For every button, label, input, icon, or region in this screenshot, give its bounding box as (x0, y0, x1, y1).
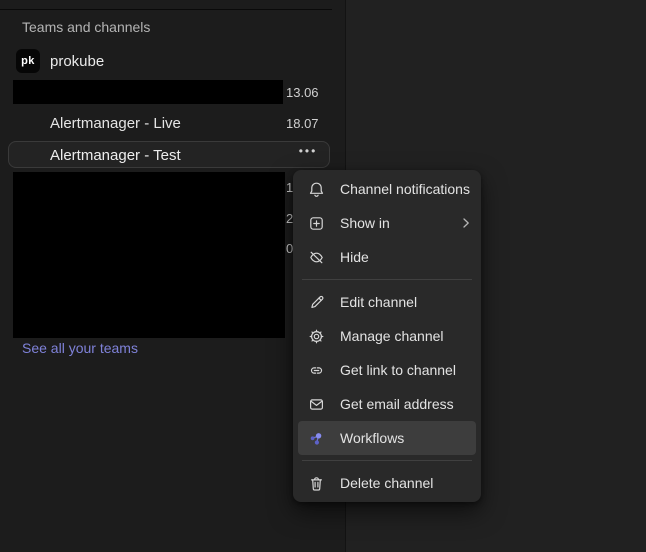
bell-icon (308, 181, 325, 198)
menu-item-label: Delete channel (340, 475, 434, 491)
see-all-your-teams-link[interactable]: See all your teams (22, 340, 138, 356)
channel-context-menu: Channel notifications Show in Hide Edit … (293, 170, 481, 502)
menu-item-label: Manage channel (340, 328, 444, 344)
sidebar-top-divider (0, 9, 332, 10)
menu-item-get-link-to-channel[interactable]: Get link to channel (293, 353, 481, 387)
channel-alertmanager-live[interactable]: Alertmanager - Live (50, 115, 181, 132)
channel-alertmanager-test[interactable]: Alertmanager - Test (50, 147, 181, 164)
menu-item-label: Edit channel (340, 294, 418, 310)
menu-item-edit-channel[interactable]: Edit channel (293, 285, 481, 319)
menu-item-show-in[interactable]: Show in (293, 206, 481, 240)
menu-item-workflows[interactable]: Workflows (298, 421, 476, 455)
trash-icon (308, 475, 325, 492)
menu-item-label: Get email address (340, 396, 454, 412)
channel-time: 18.07 (286, 116, 319, 131)
link-icon (308, 362, 325, 379)
menu-divider (302, 460, 472, 461)
channel-time: 13.06 (286, 85, 319, 100)
teams-and-channels-header: Teams and channels (22, 19, 151, 35)
mail-icon (308, 396, 325, 413)
menu-item-label: Get link to channel (340, 362, 456, 378)
redacted-channel-row[interactable] (13, 80, 283, 104)
plus-square-icon (308, 215, 325, 232)
menu-item-label: Show in (340, 215, 390, 231)
chevron-right-icon (461, 217, 471, 229)
eye-off-icon (308, 249, 325, 266)
menu-item-label: Channel notifications (340, 181, 470, 197)
menu-item-manage-channel[interactable]: Manage channel (293, 319, 481, 353)
menu-item-channel-notifications[interactable]: Channel notifications (293, 172, 481, 206)
redacted-channel-list (13, 172, 285, 338)
menu-item-hide[interactable]: Hide (293, 240, 481, 274)
pencil-icon (308, 294, 325, 311)
team-avatar[interactable]: pk (16, 49, 40, 73)
channel-more-options-button[interactable]: ••• (294, 144, 322, 158)
team-name-prokube[interactable]: prokube (50, 53, 104, 70)
menu-item-get-email-address[interactable]: Get email address (293, 387, 481, 421)
workflows-icon (308, 430, 325, 447)
menu-item-label: Workflows (340, 430, 405, 446)
menu-item-delete-channel[interactable]: Delete channel (293, 466, 481, 500)
gear-icon (308, 328, 325, 345)
menu-item-label: Hide (340, 249, 369, 265)
menu-divider (302, 279, 472, 280)
